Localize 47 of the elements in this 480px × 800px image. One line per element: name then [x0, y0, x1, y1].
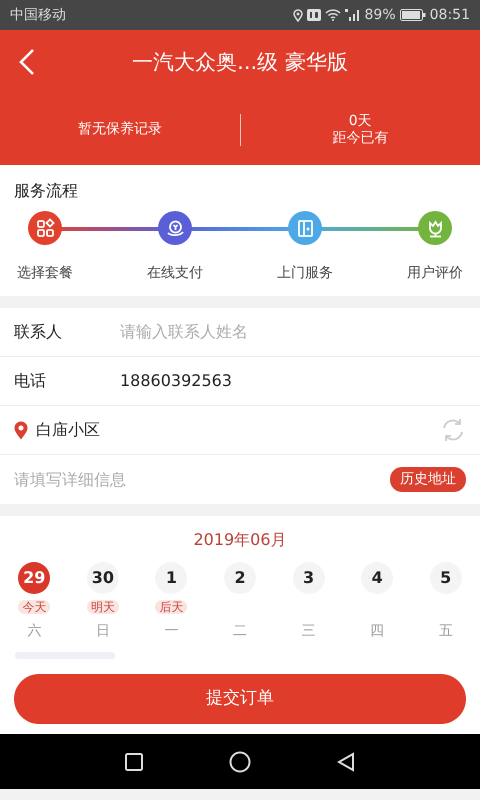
- location-icon: [292, 8, 303, 22]
- location-pin-icon: [14, 420, 28, 440]
- weekday-label: 六: [27, 622, 42, 641]
- step-label: 上门服务: [277, 264, 333, 283]
- back-button[interactable]: [18, 48, 36, 76]
- back-nav-icon[interactable]: [336, 752, 356, 772]
- weekday-label: 四: [370, 622, 384, 641]
- date-option[interactable]: 4: [361, 562, 394, 594]
- recent-apps-icon[interactable]: [124, 752, 144, 772]
- history-address-button[interactable]: 历史地址: [390, 467, 466, 492]
- weekday-label: 日: [96, 622, 110, 641]
- wifi-icon: [324, 9, 341, 21]
- day-tag: 今天: [18, 600, 50, 614]
- date-option[interactable]: 2: [224, 562, 256, 594]
- date-option[interactable]: 3: [292, 562, 325, 594]
- field-label: 联系人: [14, 321, 63, 343]
- home-icon[interactable]: [229, 750, 251, 772]
- field-label: 电话: [14, 370, 47, 392]
- page-title: 一汽大众奥...级 豪华版: [132, 48, 348, 76]
- name-field[interactable]: 请输入联系人姓名: [120, 320, 466, 344]
- stat-text: 暂无保养记录: [78, 121, 162, 139]
- weekday-label: 三: [302, 622, 316, 641]
- submit-button[interactable]: 提交订单: [14, 674, 466, 724]
- step-label: 选择套餐: [17, 264, 73, 283]
- weekday-label: 五: [438, 622, 453, 641]
- day-tag: 明天: [86, 600, 119, 614]
- address-detail-field[interactable]: 请填写详细信息: [14, 468, 390, 492]
- signal-icon: [344, 9, 361, 21]
- stat-value: 0天: [348, 112, 372, 130]
- weekday-label: 二: [233, 622, 248, 641]
- date-option[interactable]: 1: [155, 562, 188, 594]
- phone-field[interactable]: 18860392563: [120, 369, 466, 393]
- address-name: 白庙小区: [36, 419, 100, 441]
- battery-icon: [400, 8, 426, 21]
- month-title: 2019年06月: [192, 529, 288, 551]
- clock: 08:51: [430, 6, 470, 24]
- battery-percent: 89%: [364, 6, 396, 24]
- step-label: 在线支付: [147, 264, 203, 283]
- section-title: 服务流程: [13, 180, 79, 202]
- step-label: 用户评价: [407, 264, 463, 283]
- date-option[interactable]: 29: [18, 562, 50, 594]
- weekday-label: 一: [164, 622, 178, 641]
- date-option[interactable]: 5: [430, 562, 462, 594]
- day-tag: 后天: [155, 600, 188, 614]
- date-option[interactable]: 30: [86, 562, 119, 594]
- stat-label: 距今已有: [332, 130, 388, 148]
- carrier-name: 中国移动: [10, 6, 66, 24]
